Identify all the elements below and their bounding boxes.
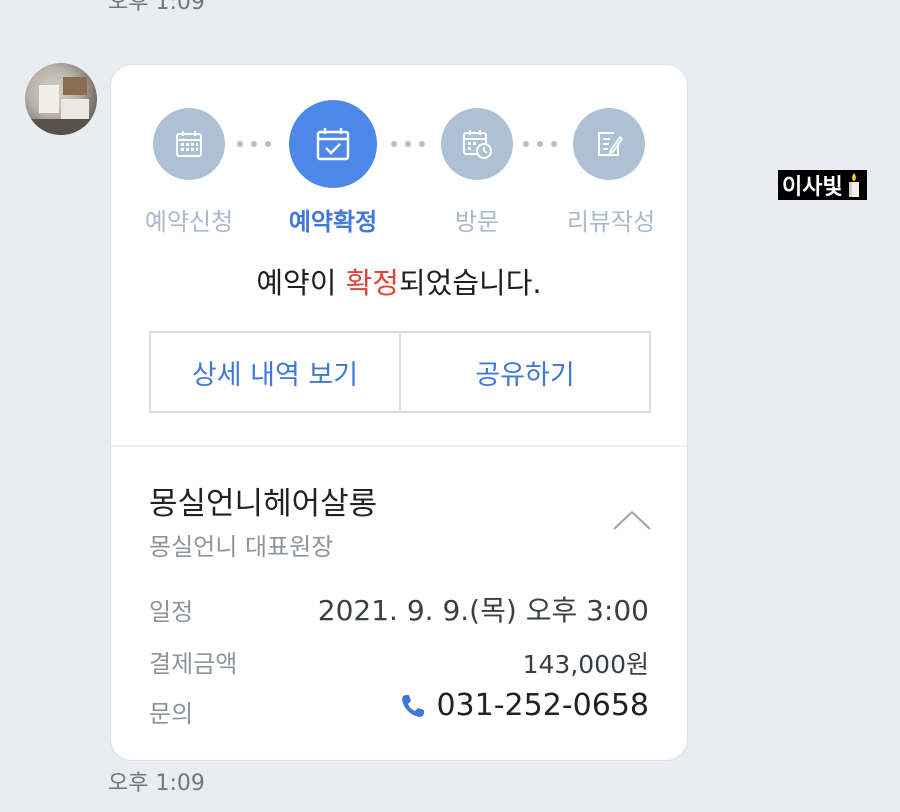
chevron-up-icon[interactable] xyxy=(611,505,653,535)
review-edit-icon xyxy=(598,132,624,156)
step-confirm-circle xyxy=(289,100,377,188)
view-details-button[interactable]: 상세 내역 보기 xyxy=(151,333,399,411)
calendar-check-icon xyxy=(316,128,350,161)
step-visit-circle xyxy=(441,108,513,180)
payment-label: 결제금액 xyxy=(149,650,238,678)
step-request-circle xyxy=(153,108,225,180)
calendar-clock-icon xyxy=(463,130,492,159)
phone-icon xyxy=(402,694,425,717)
inquiry-label: 문의 xyxy=(149,700,194,728)
step-label-request: 예약신청 xyxy=(144,208,234,236)
previous-message-time: 오후 1:09 xyxy=(108,0,205,15)
message-suffix: 되었습니다. xyxy=(399,266,542,300)
calendar-icon xyxy=(176,131,202,157)
message-prefix: 예약이 xyxy=(256,266,346,300)
payment-value: 143,000원 xyxy=(522,650,649,679)
reservation-card: 예약신청 예약확정 방문 리뷰작성 예약이 확정되었습니다. 상세 내역 보기 … xyxy=(110,64,688,761)
phone-number[interactable]: 031-252-0658 xyxy=(436,688,649,723)
step-review-circle xyxy=(573,108,645,180)
divider xyxy=(111,445,687,447)
message-highlight: 확정 xyxy=(345,266,399,300)
shop-designer: 몽실언니 대표원장 xyxy=(149,533,334,561)
share-button[interactable]: 공유하기 xyxy=(399,333,649,411)
step-connector xyxy=(523,137,557,151)
schedule-value: 2021. 9. 9.(목) 오후 3:00 xyxy=(317,594,649,627)
phone-link[interactable]: 031-252-0658 xyxy=(400,688,649,723)
step-label-confirm: 예약확정 xyxy=(288,208,378,236)
confirmation-message: 예약이 확정되었습니다. xyxy=(111,260,687,302)
sticker-text: 이사빛 xyxy=(782,175,843,200)
step-connector xyxy=(391,137,425,151)
step-label-visit: 방문 xyxy=(454,208,500,236)
message-time: 오후 1:09 xyxy=(108,771,205,796)
action-buttons: 상세 내역 보기 공유하기 xyxy=(149,331,651,413)
schedule-label: 일정 xyxy=(149,598,194,626)
candle-icon xyxy=(848,173,859,197)
shop-name: 몽실언니헤어살롱 xyxy=(149,486,378,522)
sender-avatar[interactable] xyxy=(25,63,97,135)
step-connector xyxy=(237,137,271,151)
step-label-review: 리뷰작성 xyxy=(566,208,656,236)
nickname-sticker: 이사빛 xyxy=(778,170,867,200)
